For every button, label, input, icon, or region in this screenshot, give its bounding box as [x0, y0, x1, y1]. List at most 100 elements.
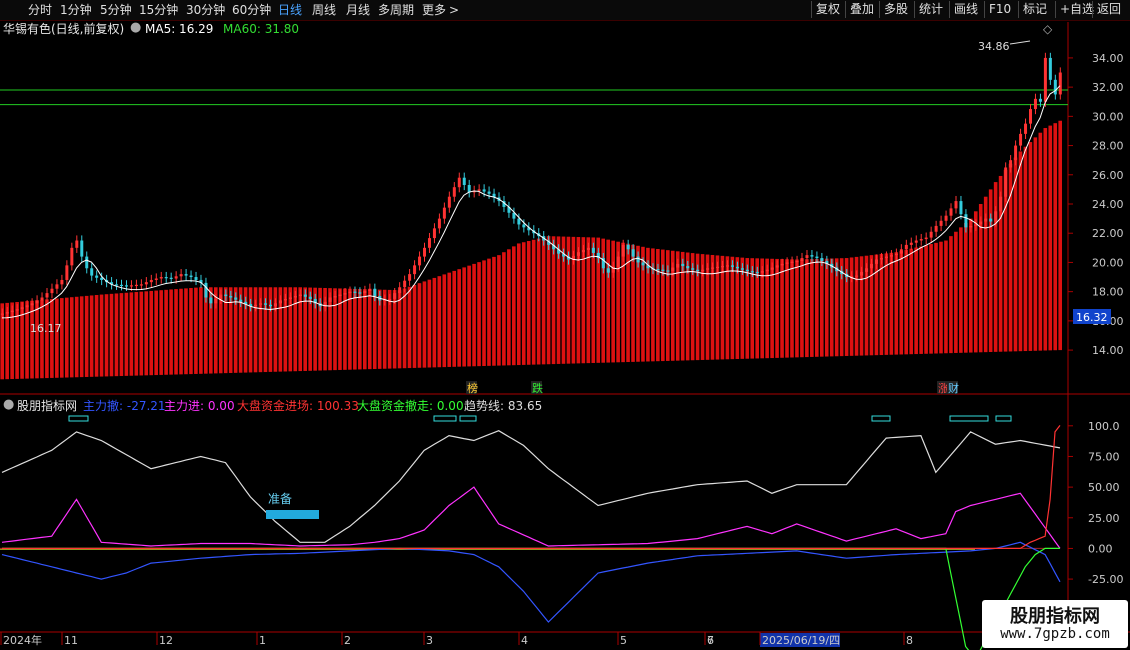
candle-body [348, 291, 352, 294]
candle-body [954, 201, 958, 209]
candle-body [393, 293, 397, 299]
candle-body [949, 208, 953, 216]
ma60-bar [551, 236, 556, 365]
ma60-bar [50, 298, 54, 378]
ma60-bar [1048, 125, 1053, 351]
ma60-bar [109, 293, 114, 377]
candle-body [750, 271, 754, 273]
candle-body [209, 297, 213, 304]
series-line-2 [1, 430, 1061, 543]
ma60-bar [973, 211, 978, 353]
price-tick-label: 18.00 [1092, 286, 1124, 299]
ma60-bar [472, 263, 476, 367]
ma60-bar [949, 236, 953, 354]
ma60-bar [164, 289, 168, 375]
candle-body [293, 296, 297, 298]
ma60-bar [35, 300, 39, 379]
candle-body [120, 284, 124, 287]
candle-body [616, 256, 620, 267]
ma60-bar [99, 294, 104, 377]
ma60-bar [407, 286, 412, 369]
candle-body [259, 303, 263, 305]
ma60-bar [79, 296, 84, 378]
ma60-bar [89, 295, 94, 377]
candle-body [969, 225, 973, 228]
candle-body [0, 313, 4, 315]
ma60-bar [497, 255, 501, 366]
candle-body [994, 211, 998, 222]
candle-body [129, 285, 133, 287]
collapse-icon[interactable]: ● [130, 21, 141, 35]
ma60-bar [526, 241, 531, 365]
indicator-tick-label: 0.00 [1088, 542, 1113, 555]
candle-body [254, 304, 258, 307]
candle-body [1028, 109, 1032, 124]
candle-body [219, 294, 223, 299]
candle-body [626, 244, 630, 250]
x-axis-label-10: 2025/06/19/四 [762, 634, 840, 647]
signal-box [871, 415, 891, 422]
signal-box [433, 415, 457, 422]
candle-body [696, 269, 700, 272]
price-tick-label: 22.00 [1092, 227, 1124, 240]
indicator-tick-label: 25.00 [1088, 512, 1120, 525]
candle-body [894, 253, 898, 256]
indicator-tick-label: -25.00 [1088, 573, 1123, 586]
candle-body [482, 189, 486, 192]
candle-body [45, 293, 49, 298]
candle-body [1019, 133, 1023, 146]
signal-box [459, 415, 477, 422]
candle-body [403, 280, 407, 288]
candle-body [686, 266, 690, 269]
candle-body [706, 268, 710, 270]
candle-body [884, 256, 888, 259]
candle-body [447, 196, 451, 208]
candle-body [65, 265, 69, 280]
candle-body [388, 298, 392, 301]
ma60-label: MA60: 31.80 [223, 22, 300, 36]
watermark: 股朋指标网 www.7gpzb.com [982, 600, 1128, 648]
indicator-title: 股朋指标网 [17, 399, 78, 413]
ma60-bar [546, 236, 551, 365]
ma60-bar [536, 238, 541, 365]
price-tick-label: 30.00 [1092, 110, 1124, 123]
ma60-bar [1033, 137, 1038, 351]
low-price-label: 16.17 [30, 322, 62, 335]
candle-body [666, 270, 670, 272]
candle-body [581, 250, 585, 253]
ready-label: 准备 [268, 492, 292, 506]
candle-body [343, 293, 347, 295]
ma60-bar [482, 260, 486, 366]
indicator-collapse-icon[interactable]: ● [3, 398, 14, 412]
watermark-title: 股朋指标网 [1010, 606, 1100, 627]
candle-body [780, 263, 784, 266]
series-line-6 [2, 425, 1061, 549]
ma60-bar [189, 288, 193, 375]
ma60-bar [134, 292, 139, 376]
candle-body [239, 299, 243, 302]
ma60-bar [412, 284, 417, 368]
ma60-bar [169, 289, 173, 375]
candle-body [264, 303, 268, 305]
x-axis-label-3: 1 [259, 634, 266, 647]
candle-body [408, 274, 412, 281]
ma60-bar [819, 258, 824, 357]
price-tick-label: 24.00 [1092, 198, 1124, 211]
candle-body [681, 263, 685, 267]
ma60-bar [432, 277, 437, 368]
ma60-bar [397, 290, 402, 369]
diamond-icon[interactable]: ◇ [1043, 22, 1052, 36]
candle-body [487, 191, 491, 194]
candle-body [860, 271, 864, 276]
x-axis-label-6: 4 [521, 634, 528, 647]
candle-body [303, 294, 307, 297]
ma60-bar [810, 259, 814, 357]
ma60-bar [447, 272, 452, 367]
candle-body [418, 256, 422, 266]
ma60-bar [586, 237, 591, 364]
ma60-bar [442, 274, 447, 368]
candle-body [25, 305, 29, 308]
candle-body [174, 276, 178, 279]
candle-body [855, 275, 859, 277]
ma60-bar [968, 218, 973, 353]
